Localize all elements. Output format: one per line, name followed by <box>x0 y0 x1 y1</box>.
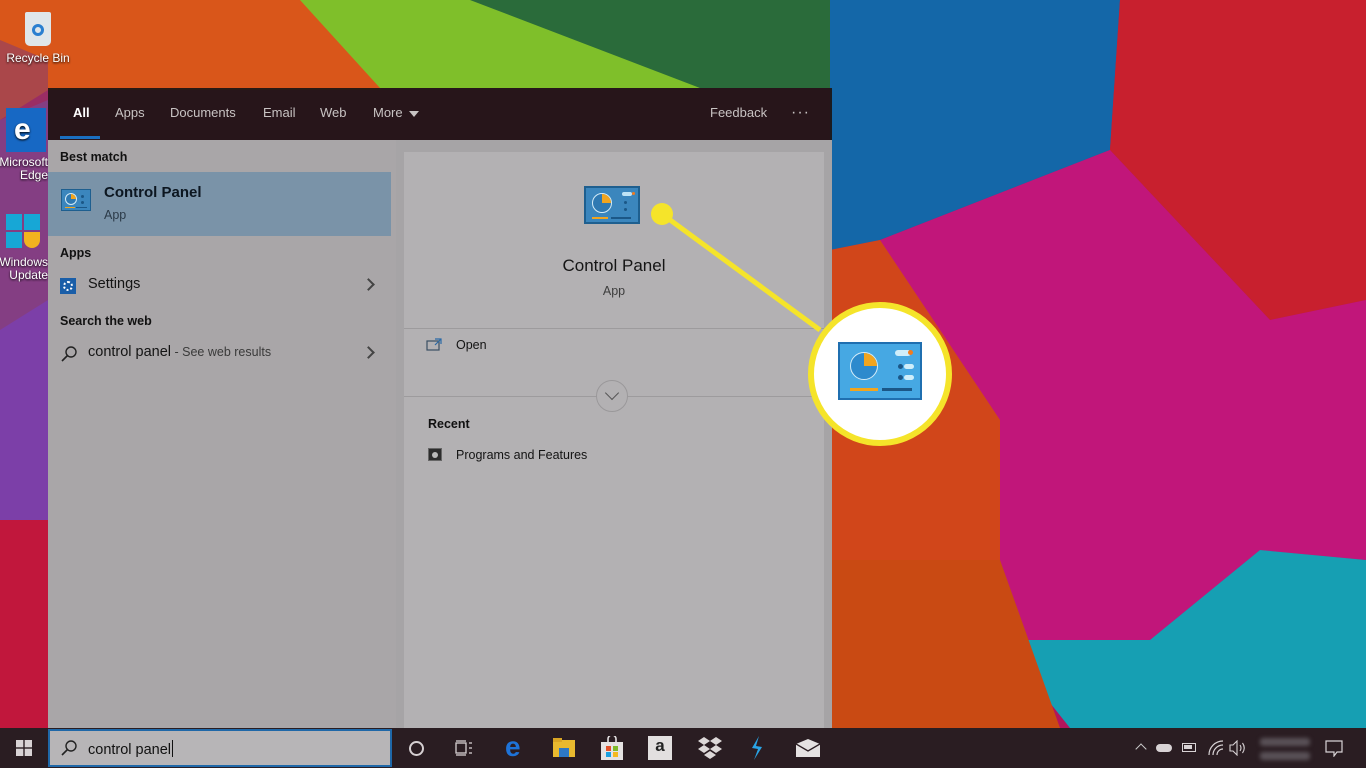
tray-volume[interactable] <box>1228 728 1248 768</box>
best-match-subtitle: App <box>104 208 127 222</box>
search-web-heading: Search the web <box>60 314 152 328</box>
web-query: control panel <box>88 344 172 360</box>
detail-card: Control Panel App Open Recent Programs a… <box>404 152 824 728</box>
desktop-icon-label: Windows Update <box>0 255 48 282</box>
clock-date <box>1260 752 1310 760</box>
expand-button[interactable] <box>596 380 628 412</box>
control-panel-icon <box>61 189 91 211</box>
search-flyout: All Apps Documents Email Web More Feedba… <box>48 88 832 728</box>
desktop-icon-label: Recycle Bin <box>6 51 70 65</box>
taskbar-mail[interactable] <box>784 728 832 768</box>
chevron-down-icon <box>604 385 620 401</box>
tab-documents[interactable]: Documents <box>170 88 236 140</box>
taskbar-file-explorer[interactable] <box>540 728 588 768</box>
tab-email[interactable]: Email <box>263 88 296 140</box>
search-tab-bar: All Apps Documents Email Web More Feedba… <box>48 88 832 140</box>
active-tab-indicator <box>60 136 100 139</box>
search-icon <box>61 740 77 756</box>
divider <box>404 328 824 329</box>
taskbar-search-box[interactable]: control panel <box>48 729 392 767</box>
edge-icon: e <box>505 731 521 762</box>
desktop-icon-windows-update[interactable]: Windows Update <box>0 212 48 282</box>
search-input[interactable]: control panel <box>88 740 174 758</box>
apps-heading: Apps <box>60 246 92 260</box>
open-action[interactable]: Open <box>404 330 824 362</box>
best-match-result[interactable]: Control Panel App <box>48 172 391 236</box>
taskbar-amazon[interactable]: a <box>636 728 684 768</box>
feedback-link[interactable]: Feedback <box>710 88 767 140</box>
clock-time <box>1260 738 1310 746</box>
taskbar-store[interactable] <box>588 728 636 768</box>
tab-apps[interactable]: Apps <box>115 88 145 140</box>
lightning-icon <box>752 736 762 760</box>
recent-heading: Recent <box>428 417 470 431</box>
control-panel-icon <box>838 342 922 400</box>
desktop-icon-recycle-bin[interactable]: Recycle Bin <box>0 8 76 65</box>
store-bag-icon <box>601 736 623 760</box>
taskbar: control panel e a <box>0 728 1366 768</box>
text-cursor <box>172 740 174 757</box>
results-pane: Best match Control Panel App Apps Settin… <box>48 140 396 728</box>
caret-down-icon <box>408 110 419 117</box>
wifi-icon <box>1208 740 1224 756</box>
start-button[interactable] <box>0 728 48 768</box>
open-window-icon <box>426 338 442 351</box>
callout-magnifier <box>808 302 952 446</box>
task-view-icon <box>455 740 472 756</box>
edge-icon: e <box>6 108 46 152</box>
programs-features-icon <box>428 448 442 461</box>
mail-icon <box>796 739 820 757</box>
tab-more[interactable]: More <box>373 88 419 140</box>
windows-logo-icon <box>16 740 32 756</box>
taskbar-dropbox[interactable] <box>686 728 734 768</box>
desktop-icon-edge[interactable]: e Microsoft Edge <box>0 108 48 182</box>
chevron-right-icon[interactable] <box>362 346 375 359</box>
search-input-value: control panel <box>88 742 172 758</box>
more-options-button[interactable]: ··· <box>791 88 810 140</box>
windows-update-icon <box>6 212 44 252</box>
chevron-right-icon[interactable] <box>362 278 375 291</box>
open-action-label: Open <box>456 338 487 352</box>
recent-item-label: Programs and Features <box>456 448 588 462</box>
best-match-title: Control Panel <box>104 184 202 201</box>
search-icon <box>61 346 77 362</box>
app-result-settings[interactable]: Settings <box>48 270 391 302</box>
taskbar-cortana[interactable] <box>392 728 440 768</box>
cortana-circle-icon <box>409 741 424 756</box>
tab-all[interactable]: All <box>73 88 90 140</box>
web-result-label: control panel - See web results <box>88 344 271 360</box>
dropbox-icon <box>698 737 722 759</box>
recent-item[interactable]: Programs and Features <box>404 438 824 470</box>
onedrive-cloud-icon <box>1156 744 1172 752</box>
taskbar-lightning-app[interactable] <box>734 728 782 768</box>
volume-icon <box>1229 740 1245 756</box>
folder-icon <box>553 738 575 757</box>
clock-blurred[interactable] <box>1256 728 1312 768</box>
chevron-up-icon <box>1135 743 1147 755</box>
show-hidden-icons[interactable] <box>1132 728 1150 768</box>
detail-pane: Control Panel App Open Recent Programs a… <box>396 140 832 728</box>
tray-onedrive[interactable] <box>1154 728 1174 768</box>
notification-icon <box>1325 740 1343 757</box>
detail-subtitle: App <box>602 284 626 298</box>
web-hint: - See web results <box>171 345 272 359</box>
tab-more-label: More <box>373 105 403 120</box>
gear-icon <box>60 278 76 294</box>
web-result[interactable]: control panel - See web results <box>48 338 391 370</box>
desktop-icon-label: Microsoft Edge <box>0 155 48 182</box>
action-center-button[interactable] <box>1318 728 1352 768</box>
amazon-icon: a <box>648 736 672 760</box>
best-match-heading: Best match <box>60 150 128 164</box>
detail-title: Control Panel <box>562 256 666 275</box>
tray-battery[interactable] <box>1180 728 1200 768</box>
taskbar-edge[interactable]: e <box>492 728 540 768</box>
tray-wifi[interactable] <box>1206 728 1226 768</box>
tab-web[interactable]: Web <box>320 88 347 140</box>
battery-icon <box>1182 743 1196 752</box>
recycle-bin-icon <box>19 8 57 48</box>
taskbar-task-view[interactable] <box>440 728 488 768</box>
app-result-label: Settings <box>88 276 141 292</box>
control-panel-icon <box>584 186 640 224</box>
